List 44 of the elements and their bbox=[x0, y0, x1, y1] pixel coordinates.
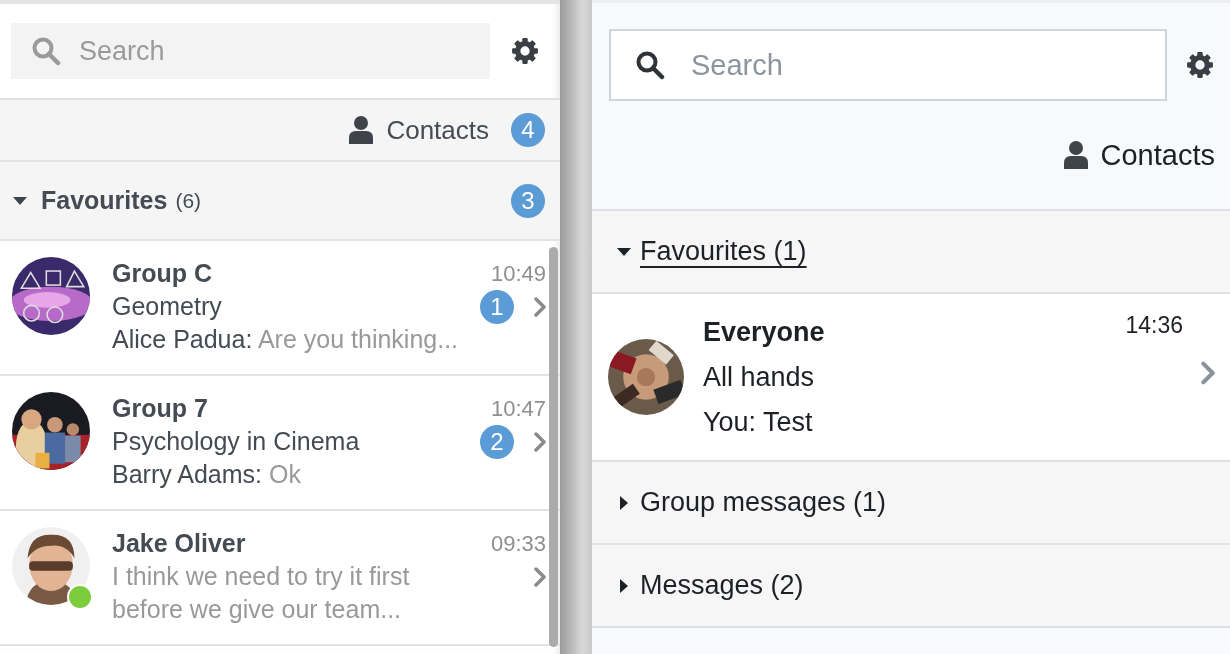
unread-badge: 2 bbox=[480, 424, 514, 459]
section-count: (6) bbox=[175, 188, 202, 213]
conversation-subtitle: Psychology in Cinema bbox=[112, 426, 361, 457]
conversation-item[interactable]: Everyone All hands You: Test 14:36 bbox=[592, 294, 1230, 462]
conversation-title: Group C bbox=[112, 258, 212, 289]
message-preview: Are you thinking... bbox=[257, 325, 459, 353]
chevron-right-icon bbox=[534, 296, 546, 317]
unread-badge: 1 bbox=[480, 289, 514, 324]
settings-button[interactable] bbox=[1185, 50, 1215, 80]
settings-icon bbox=[511, 37, 539, 65]
message-time: 10:49 bbox=[490, 260, 546, 288]
count-badge: 4 bbox=[511, 113, 545, 147]
section-toggle[interactable]: Group messages (1) bbox=[616, 487, 887, 518]
message-time: 09:33 bbox=[490, 530, 546, 558]
conversation-subtitle: All hands bbox=[703, 360, 816, 394]
search-field[interactable]: Search bbox=[11, 23, 490, 79]
settings-button[interactable] bbox=[510, 36, 540, 66]
message-time: 14:36 bbox=[1125, 312, 1183, 339]
sender-name: Alice Padua: bbox=[112, 325, 254, 353]
search-icon bbox=[635, 50, 665, 80]
search-icon bbox=[31, 36, 61, 66]
message-time: 10:47 bbox=[490, 395, 546, 423]
chevron-right-icon bbox=[534, 431, 546, 452]
message-preview: I think we need to try it first before we give our team... bbox=[112, 562, 410, 623]
search-field[interactable]: Search bbox=[609, 29, 1167, 101]
conversation-subtitle: Geometry bbox=[112, 291, 223, 322]
person-icon bbox=[1062, 140, 1089, 170]
scrollbar[interactable] bbox=[549, 247, 558, 647]
conversation-title: Group 7 bbox=[112, 393, 208, 424]
section-toggle[interactable]: Messages (2) bbox=[616, 570, 804, 601]
count-badge: 3 bbox=[511, 183, 545, 218]
settings-icon bbox=[1186, 51, 1214, 79]
sender-name: Barry Adams: bbox=[112, 460, 264, 488]
message-preview: You: Test bbox=[703, 405, 814, 439]
chevron-right-icon bbox=[534, 566, 546, 587]
chevron-right-icon bbox=[1201, 361, 1215, 385]
person-icon bbox=[348, 115, 375, 145]
contacts-link[interactable]: Contacts bbox=[1062, 138, 1215, 172]
conversation-title: Jake Oliver bbox=[112, 528, 246, 559]
section-toggle[interactable]: Favourites (1) bbox=[616, 236, 807, 267]
conversation-title: Everyone bbox=[703, 315, 826, 349]
message-preview: Ok bbox=[269, 460, 301, 488]
contacts-link[interactable]: Contacts bbox=[348, 114, 489, 146]
section-toggle[interactable]: Favourites bbox=[12, 186, 168, 215]
